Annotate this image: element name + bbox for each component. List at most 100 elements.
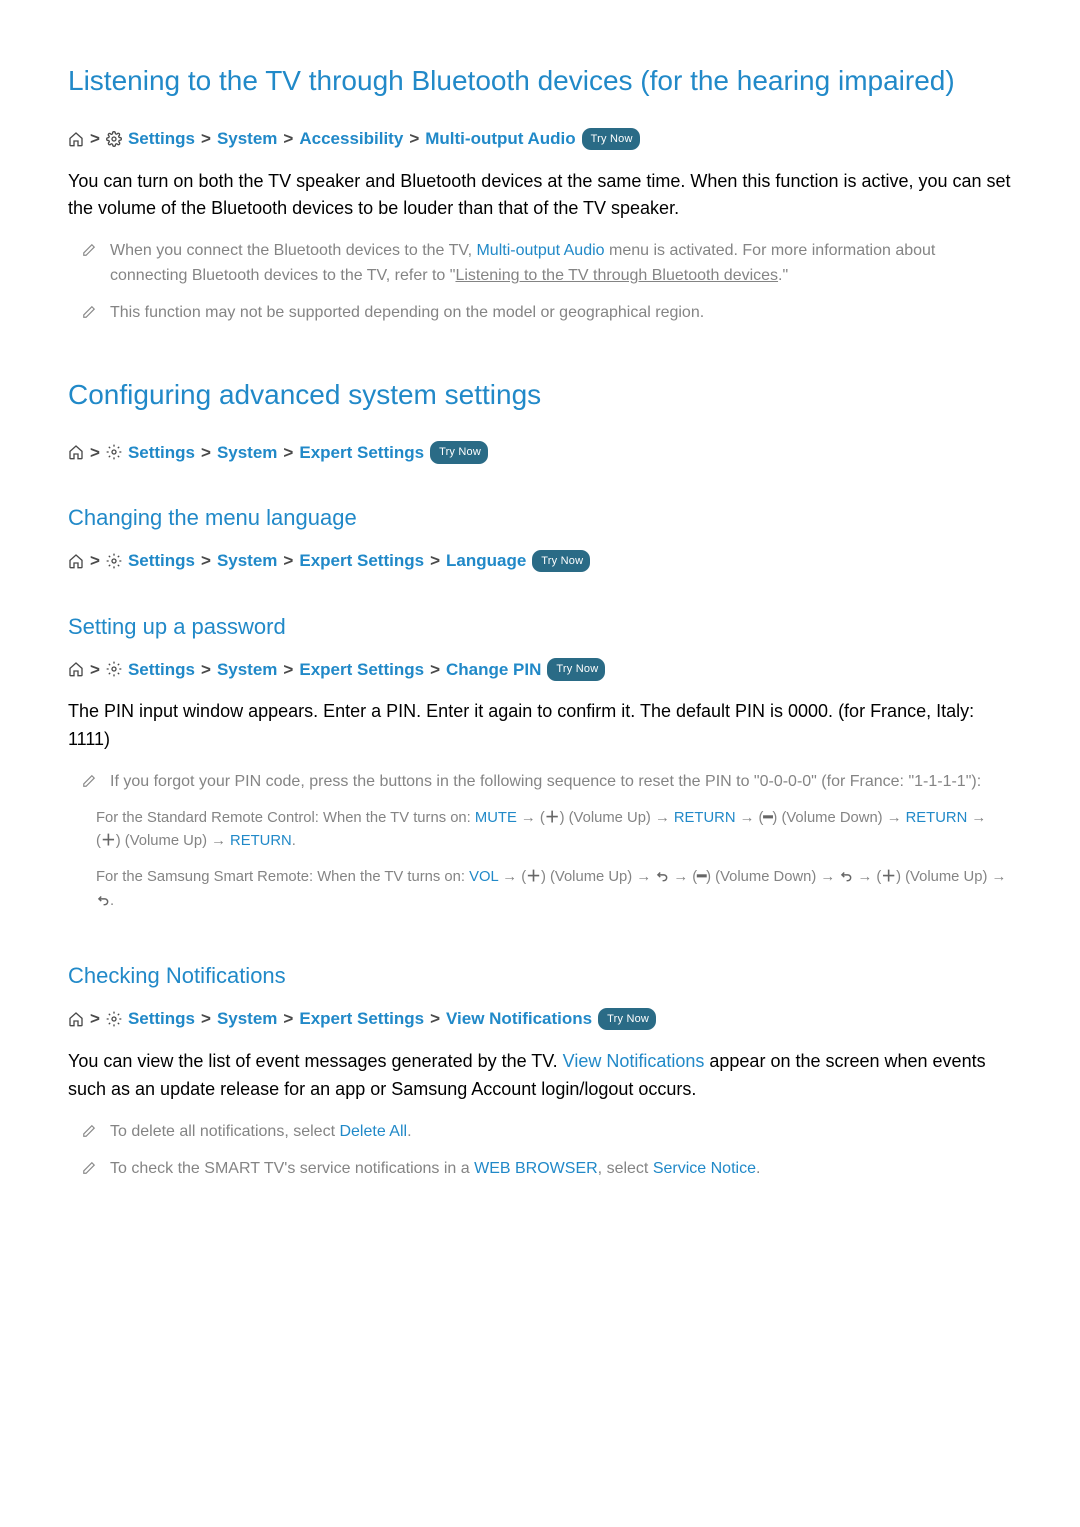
pencil-icon (82, 301, 96, 326)
key-return: RETURN (906, 810, 968, 826)
section-title: Configuring advanced system settings (68, 374, 1012, 416)
home-icon[interactable] (68, 444, 84, 460)
section-password: Setting up a password > Settings > Syste… (68, 610, 1012, 914)
breadcrumb-link[interactable]: System (217, 657, 277, 683)
home-icon[interactable] (68, 661, 84, 677)
note-text: To check the SMART TV's service notifica… (110, 1157, 760, 1182)
breadcrumb-link[interactable]: Change PIN (446, 657, 541, 683)
back-icon (96, 893, 110, 909)
key-return: RETURN (674, 810, 736, 826)
breadcrumb-link[interactable]: System (217, 440, 277, 466)
breadcrumb-link[interactable]: Expert Settings (299, 548, 424, 574)
chevron-icon: > (283, 657, 293, 683)
chevron-icon: > (90, 657, 100, 683)
chevron-icon: > (409, 126, 419, 152)
chevron-icon: > (90, 440, 100, 466)
try-now-badge[interactable]: Try Now (430, 441, 488, 464)
chevron-icon: > (201, 440, 211, 466)
try-now-badge[interactable]: Try Now (547, 658, 605, 681)
breadcrumb-link[interactable]: Language (446, 548, 526, 574)
breadcrumb-link[interactable]: Expert Settings (299, 657, 424, 683)
breadcrumb-link[interactable]: View Notifications (446, 1006, 592, 1032)
breadcrumb: > Settings > System > Expert Settings > … (68, 548, 1012, 574)
home-icon[interactable] (68, 131, 84, 147)
section-bluetooth: Listening to the TV through Bluetooth de… (68, 60, 1012, 326)
note-item: To delete all notifications, select Dele… (68, 1120, 1012, 1145)
chevron-icon: > (430, 548, 440, 574)
breadcrumb-link[interactable]: Accessibility (299, 126, 403, 152)
section-language: Changing the menu language > Settings > … (68, 501, 1012, 574)
chevron-icon: > (90, 548, 100, 574)
breadcrumb: > Settings > System > Accessibility > Mu… (68, 126, 1012, 152)
chevron-icon: > (283, 1006, 293, 1032)
plus-icon: ＋ (101, 833, 116, 849)
chevron-icon: > (283, 548, 293, 574)
breadcrumb-link[interactable]: Settings (128, 1006, 195, 1032)
plus-icon: ＋ (545, 810, 560, 826)
breadcrumb-link[interactable]: Settings (128, 548, 195, 574)
pencil-icon (82, 1157, 96, 1182)
section-title: Listening to the TV through Bluetooth de… (68, 60, 1012, 102)
body-text: The PIN input window appears. Enter a PI… (68, 698, 1012, 754)
note-text: To delete all notifications, select Dele… (110, 1120, 412, 1145)
pencil-icon (82, 239, 96, 289)
inline-link[interactable]: View Notifications (563, 1051, 705, 1071)
breadcrumb-link[interactable]: Expert Settings (299, 440, 424, 466)
breadcrumb-link[interactable]: Settings (128, 440, 195, 466)
chevron-icon: > (430, 657, 440, 683)
key-mute: MUTE (475, 810, 517, 826)
try-now-badge[interactable]: Try Now (598, 1008, 656, 1031)
note-item: When you connect the Bluetooth devices t… (68, 239, 1012, 289)
section-notifications: Checking Notifications > Settings > Syst… (68, 959, 1012, 1181)
chevron-icon: > (283, 440, 293, 466)
inline-link[interactable]: Listening to the TV through Bluetooth de… (455, 267, 778, 284)
note-text: This function may not be supported depen… (110, 301, 704, 326)
body-text: You can turn on both the TV speaker and … (68, 168, 1012, 224)
breadcrumb-link[interactable]: Settings (128, 126, 195, 152)
sequence-smart: For the Samsung Smart Remote: When the T… (96, 866, 1012, 913)
chevron-icon: > (90, 1006, 100, 1032)
chevron-icon: > (90, 126, 100, 152)
home-icon[interactable] (68, 553, 84, 569)
try-now-badge[interactable]: Try Now (582, 128, 640, 151)
note-text: If you forgot your PIN code, press the b… (110, 770, 981, 795)
gear-icon[interactable] (106, 1011, 122, 1027)
key-vol: VOL (469, 869, 498, 885)
sequence-standard: For the Standard Remote Control: When th… (96, 807, 1012, 854)
breadcrumb-link[interactable]: Expert Settings (299, 1006, 424, 1032)
section-advanced: Configuring advanced system settings > S… (68, 374, 1012, 466)
inline-link[interactable]: Multi-output Audio (476, 242, 604, 259)
breadcrumb: > Settings > System > Expert Settings > … (68, 657, 1012, 683)
chevron-icon: > (201, 1006, 211, 1032)
inline-link[interactable]: WEB BROWSER (474, 1160, 598, 1177)
chevron-icon: > (201, 548, 211, 574)
try-now-badge[interactable]: Try Now (532, 550, 590, 573)
chevron-icon: > (283, 126, 293, 152)
gear-icon[interactable] (106, 553, 122, 569)
chevron-icon: > (201, 657, 211, 683)
breadcrumb-link[interactable]: Multi-output Audio (425, 126, 575, 152)
subsection-title: Changing the menu language (68, 501, 1012, 534)
breadcrumb-link[interactable]: Settings (128, 657, 195, 683)
breadcrumb-link[interactable]: System (217, 548, 277, 574)
gear-icon[interactable] (106, 131, 122, 147)
plus-icon: ＋ (526, 869, 541, 885)
key-return: RETURN (230, 833, 292, 849)
pencil-icon (82, 1120, 96, 1145)
breadcrumb: > Settings > System > Expert Settings Tr… (68, 440, 1012, 466)
inline-link[interactable]: Service Notice (653, 1160, 756, 1177)
breadcrumb-link[interactable]: System (217, 1006, 277, 1032)
breadcrumb: > Settings > System > Expert Settings > … (68, 1006, 1012, 1032)
gear-icon[interactable] (106, 444, 122, 460)
subsection-title: Checking Notifications (68, 959, 1012, 992)
note-item: If you forgot your PIN code, press the b… (68, 770, 1012, 795)
home-icon[interactable] (68, 1011, 84, 1027)
back-icon (655, 869, 669, 885)
inline-link[interactable]: Delete All (339, 1123, 407, 1140)
plus-icon: ＋ (881, 869, 896, 885)
breadcrumb-link[interactable]: System (217, 126, 277, 152)
gear-icon[interactable] (106, 661, 122, 677)
body-text: You can view the list of event messages … (68, 1048, 1012, 1104)
back-icon (839, 869, 853, 885)
note-item: This function may not be supported depen… (68, 301, 1012, 326)
